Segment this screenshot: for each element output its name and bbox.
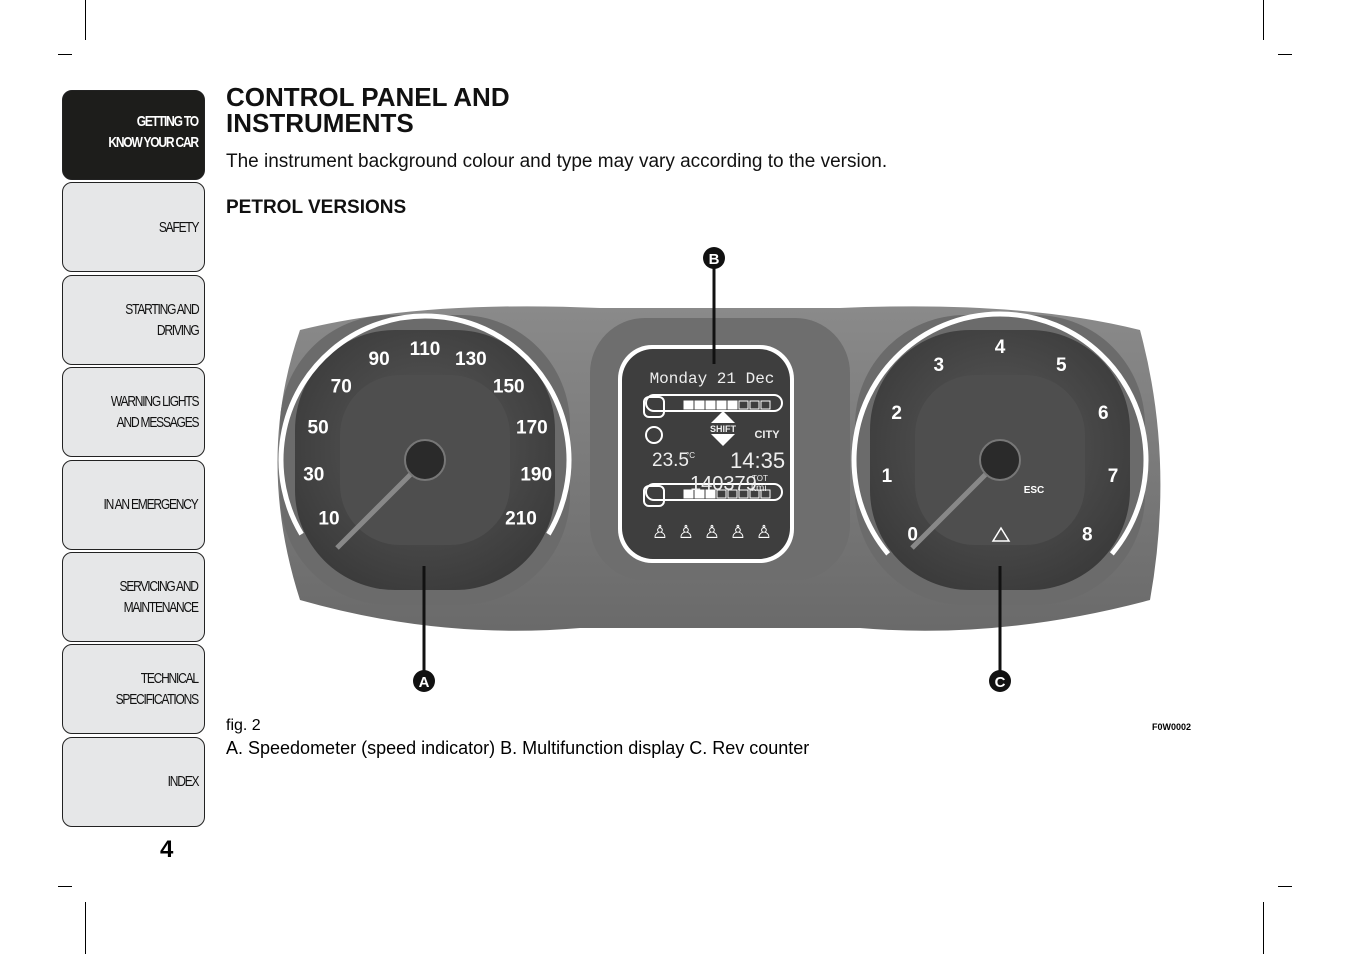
speedometer-tick-label: 150 — [493, 377, 525, 398]
seatbelt-status-icon: ♙ — [704, 522, 720, 542]
instrument-cluster-figure: ♙ ♙ ♙ ♙ ♙ Monday 21 Dec SHIFT CITY 23.5 °C 1… — [277, 247, 1161, 692]
figure-caption: A. Speedometer (speed indicator) B. Mult… — [226, 738, 810, 758]
speedometer-tick-label: 50 — [308, 418, 329, 439]
rev-counter-tick-label: 5 — [1056, 355, 1067, 376]
clock: 14:35 — [730, 448, 785, 473]
multifunction-display: ♙ ♙ ♙ ♙ ♙ Monday 21 Dec SHIFT CITY 23.5 °C 1… — [590, 318, 850, 580]
speedometer-tick-label: 30 — [303, 464, 324, 485]
speedometer-tick-label: 10 — [318, 509, 339, 530]
rev-counter-tick-label: 1 — [882, 466, 893, 487]
seatbelt-status-icon: ♙ — [756, 522, 772, 542]
shift-indicator: SHIFT — [710, 424, 737, 434]
rev-counter-tick-label: 6 — [1098, 403, 1109, 424]
odometer-unit: kmi — [751, 483, 767, 494]
coolant-level-segment — [694, 400, 705, 410]
speedometer-tick-label: 110 — [410, 339, 441, 360]
temperature-unit: °C — [686, 451, 695, 460]
speedometer-tick-label: 170 — [516, 418, 548, 439]
odometer-label: TOT — [752, 474, 768, 483]
callout-b: B — [709, 251, 720, 268]
coolant-level-segment — [727, 400, 738, 410]
coolant-level-segment — [716, 400, 727, 410]
seatbelt-status-icon: ♙ — [678, 522, 694, 542]
rev-counter-tick-label: 4 — [995, 337, 1006, 358]
figure-label: fig. 2 — [226, 717, 261, 734]
odometer: 140379 — [690, 473, 757, 495]
speedometer-tick-label: 90 — [369, 349, 390, 370]
rev-counter-tick-label: 2 — [891, 403, 902, 424]
display-date: Monday 21 Dec — [650, 370, 775, 388]
seatbelt-status-icon: ♙ — [652, 522, 668, 542]
speedometer-hub — [404, 439, 446, 481]
rev-counter-tick-label: 7 — [1108, 466, 1119, 487]
speedometer-tick-label: 70 — [331, 377, 352, 398]
figure-code: F0W0002 — [1152, 722, 1192, 732]
rev-counter-tick-label: 8 — [1082, 524, 1093, 545]
coolant-level-segment — [705, 400, 716, 410]
coolant-level-segment — [683, 400, 694, 410]
callout-a: A — [419, 674, 430, 691]
speedometer-tick-label: 190 — [520, 464, 552, 485]
drive-mode: CITY — [754, 429, 780, 441]
outside-temperature: 23.5 — [652, 450, 689, 471]
callout-c: C — [995, 674, 1006, 691]
speedometer-tick-label: 130 — [455, 349, 487, 370]
rev-counter-hub — [979, 439, 1021, 481]
seatbelt-status-icon: ♙ — [730, 522, 746, 542]
speedometer-tick-label: 210 — [505, 509, 537, 530]
rev-counter-tick-label: 3 — [933, 355, 944, 376]
esc-warning-icon: ESC — [1024, 485, 1045, 496]
